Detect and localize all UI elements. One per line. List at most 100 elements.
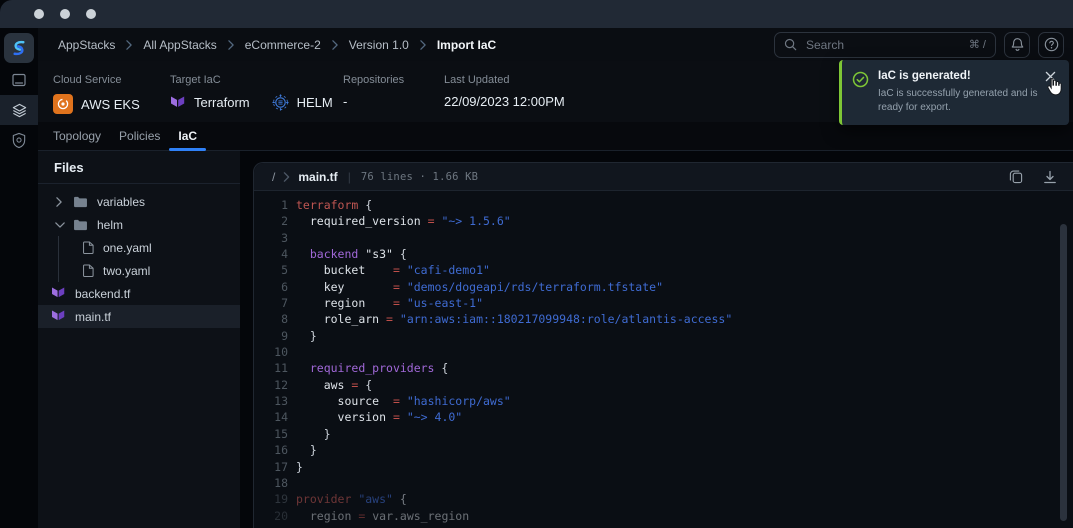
tree-item-label: backend.tf bbox=[75, 286, 131, 301]
app-logo[interactable] bbox=[4, 33, 34, 63]
window-titlebar bbox=[0, 0, 1073, 28]
tab-topology[interactable]: Topology bbox=[44, 122, 110, 150]
tree-item-label: helm bbox=[97, 217, 124, 232]
tree-file-two.yaml[interactable]: two.yaml bbox=[38, 259, 240, 282]
code-text: } bbox=[296, 443, 317, 458]
notifications-button[interactable] bbox=[1004, 31, 1030, 58]
search-input[interactable] bbox=[804, 36, 962, 53]
line-number: 15 bbox=[274, 426, 288, 441]
summary-field-label: Repositories bbox=[343, 74, 405, 86]
summary-field-label: Target IaC bbox=[170, 74, 221, 86]
window-control-dot[interactable] bbox=[86, 9, 96, 19]
editor-path-root[interactable]: / bbox=[272, 170, 275, 184]
tree-folder-variables[interactable]: variables bbox=[38, 190, 240, 213]
rail-item-console[interactable] bbox=[0, 65, 38, 95]
line-number: 2 bbox=[281, 214, 288, 229]
breadcrumb-separator-icon bbox=[419, 39, 427, 50]
files-panel: Files variables helm one.yaml two.yaml backe… bbox=[38, 151, 240, 528]
breadcrumb-item[interactable]: eCommerce-2 bbox=[245, 38, 321, 52]
code-line: 12 aws = { bbox=[254, 377, 1073, 393]
help-button[interactable] bbox=[1038, 31, 1064, 58]
tree-file-main.tf[interactable]: main.tf bbox=[38, 305, 240, 328]
chevron-right-icon[interactable] bbox=[55, 196, 65, 207]
code-text: required_providers { bbox=[309, 361, 449, 376]
tree-item-label: one.yaml bbox=[103, 240, 152, 255]
summary-value: 22/09/2023 12:00PM bbox=[444, 94, 565, 109]
summary-value: AWS EKS bbox=[53, 94, 140, 114]
layers-icon bbox=[12, 103, 26, 117]
code-line: 16 } bbox=[254, 442, 1073, 458]
code-line: 2 required_version = "~> 1.5.6" bbox=[254, 213, 1073, 229]
breadcrumb-item[interactable]: Version 1.0 bbox=[349, 38, 409, 52]
tree-folder-helm[interactable]: helm bbox=[38, 213, 240, 236]
breadcrumb-separator-icon bbox=[227, 39, 235, 50]
tree-file-backend.tf[interactable]: backend.tf bbox=[38, 282, 240, 305]
editor-scrollbar[interactable] bbox=[1060, 224, 1067, 521]
rail-item-appstacks[interactable] bbox=[0, 95, 38, 125]
code-text: key = "demos/dogeapi/rds/terraform.tfsta… bbox=[323, 279, 664, 294]
yaml-file-icon bbox=[83, 241, 94, 254]
code-text: region = var.aws_region bbox=[309, 508, 470, 523]
window-control-dot[interactable] bbox=[34, 9, 44, 19]
shield-icon bbox=[12, 132, 26, 148]
code-text: provider "aws" { bbox=[296, 492, 407, 507]
tree-item-label: main.tf bbox=[75, 309, 112, 324]
file-tree: variables helm one.yaml two.yaml backend.tf m… bbox=[38, 184, 240, 328]
left-icon-rail bbox=[0, 28, 38, 528]
breadcrumb-item[interactable]: Import IaC bbox=[437, 38, 496, 52]
breadcrumb-item[interactable]: All AppStacks bbox=[143, 38, 216, 52]
line-number: 16 bbox=[274, 443, 288, 458]
line-number: 19 bbox=[274, 492, 288, 507]
line-number: 3 bbox=[281, 230, 288, 245]
code-area[interactable]: 1 terraform {2 required_version = "~> 1.5… bbox=[254, 191, 1073, 528]
summary-field: Target IaC Terraform HELM bbox=[170, 74, 333, 111]
line-number: 18 bbox=[274, 475, 288, 490]
window-control-dot[interactable] bbox=[60, 9, 70, 19]
breadcrumb-item[interactable]: AppStacks bbox=[58, 38, 115, 52]
summary-value: Terraform bbox=[170, 95, 250, 110]
top-navigation-bar: AppStacks All AppStacks eCommerce-2 Version… bbox=[38, 28, 1073, 61]
terraform-file-icon bbox=[51, 310, 66, 323]
copy-icon[interactable] bbox=[1009, 169, 1023, 184]
code-line: 14 version = "~> 4.0" bbox=[254, 409, 1073, 425]
line-number: 9 bbox=[281, 328, 288, 343]
chevron-down-icon[interactable] bbox=[55, 221, 65, 229]
code-line: 8 role_arn = "arn:aws:iam::180217099948:… bbox=[254, 311, 1073, 327]
code-line: 10 bbox=[254, 344, 1073, 360]
app-window: AppStacks All AppStacks eCommerce-2 Version… bbox=[0, 0, 1073, 528]
code-text: } bbox=[296, 459, 303, 474]
code-line: 5 bucket = "cafi-demo1" bbox=[254, 262, 1073, 278]
code-line: 19 provider "aws" { bbox=[254, 491, 1073, 507]
chevron-right-icon bbox=[283, 171, 290, 182]
line-number: 1 bbox=[281, 198, 288, 212]
tree-file-one.yaml[interactable]: one.yaml bbox=[38, 236, 240, 259]
line-number: 12 bbox=[274, 377, 288, 392]
search-box[interactable]: ⌘ / bbox=[774, 31, 996, 58]
line-number: 6 bbox=[281, 279, 288, 294]
helm-icon bbox=[272, 94, 289, 111]
tab-policies[interactable]: Policies bbox=[110, 122, 169, 150]
summary-value: HELM bbox=[272, 94, 333, 111]
divider: | bbox=[347, 169, 351, 184]
tab-bar: Topology Policies IaC bbox=[38, 122, 1073, 151]
terraform-file-icon bbox=[51, 287, 66, 300]
code-editor: / main.tf | 76 lines · 1.66 KB 1 terrafo… bbox=[253, 162, 1073, 528]
download-icon[interactable] bbox=[1043, 170, 1057, 184]
editor-file-stats: 76 lines · 1.66 KB bbox=[360, 170, 479, 183]
toast-notification: IaC is generated! IaC is successfully ge… bbox=[839, 60, 1069, 125]
code-text: region = "us-east-1" bbox=[323, 296, 483, 311]
terraform-icon bbox=[170, 96, 186, 110]
editor-actions bbox=[1009, 169, 1057, 184]
aws-eks-icon bbox=[53, 94, 73, 114]
close-icon[interactable] bbox=[1045, 71, 1056, 82]
summary-field: Cloud Service AWS EKS bbox=[53, 74, 140, 114]
summary-field-values: 22/09/2023 12:00PM bbox=[444, 94, 565, 109]
summary-field-label: Cloud Service bbox=[53, 74, 122, 86]
rail-item-security[interactable] bbox=[0, 125, 38, 155]
code-text: terraform { bbox=[296, 198, 373, 212]
code-line: 18 bbox=[254, 475, 1073, 491]
line-number: 10 bbox=[274, 345, 288, 360]
top-actions: ⌘ / bbox=[774, 31, 1064, 58]
code-line: 20 region = var.aws_region bbox=[254, 508, 1073, 524]
tab-iac[interactable]: IaC bbox=[169, 122, 206, 151]
